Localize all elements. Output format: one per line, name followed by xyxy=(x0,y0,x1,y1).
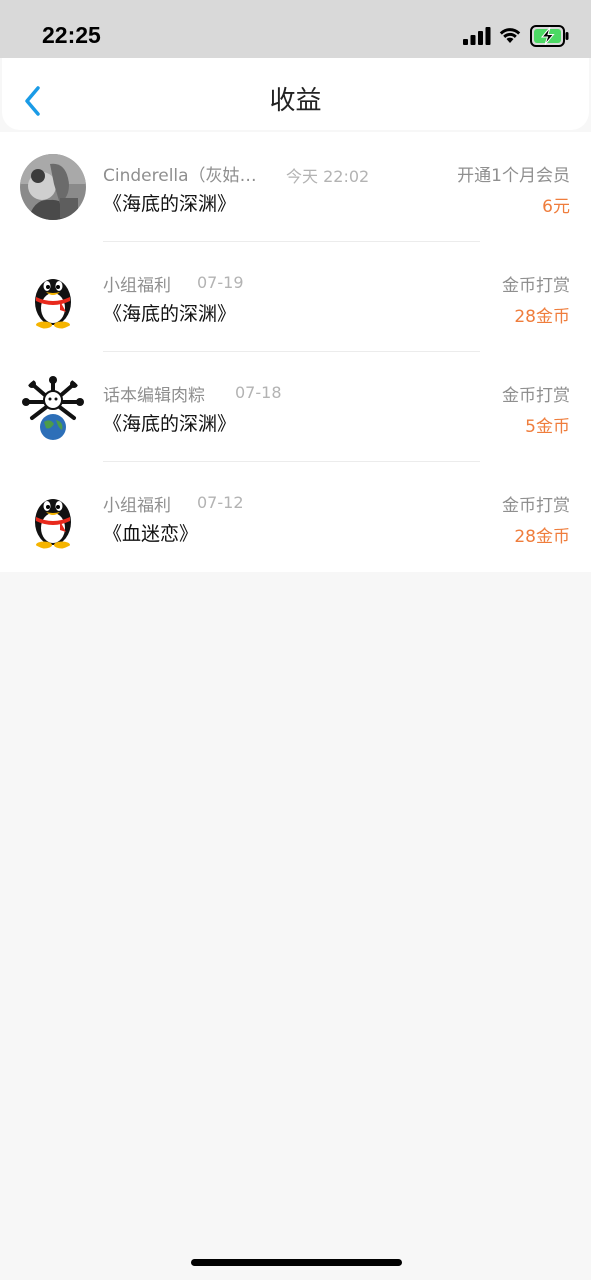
record-time: 07-18 xyxy=(235,383,282,402)
nav-bar: 收益 xyxy=(2,58,589,130)
record-time: 今天 22:02 xyxy=(286,167,370,186)
book-title: 《海底的深渊》 xyxy=(103,413,237,435)
earning-amount: 28金币 xyxy=(514,527,570,547)
earning-type: 金币打赏 xyxy=(502,386,570,406)
book-title: 《海底的深渊》 xyxy=(103,193,237,215)
user-name: 小组福利 xyxy=(103,276,171,296)
earning-type: 金币打赏 xyxy=(502,276,570,296)
earning-type: 金币打赏 xyxy=(502,496,570,516)
list-item[interactable]: Cinderella（灰姑娘） 今天 22:02 《海底的深渊》 开通1个月会员… xyxy=(0,132,591,242)
home-indicator[interactable] xyxy=(191,1259,402,1266)
earning-type: 开通1个月会员 xyxy=(457,166,570,186)
book-title: 《海底的深渊》 xyxy=(103,303,237,325)
list-item[interactable]: 小组福利 07-12 《血迷恋》 金币打赏 28金币 xyxy=(0,462,591,572)
earning-amount: 6元 xyxy=(542,197,570,217)
user-name: Cinderella（灰姑娘） xyxy=(103,166,273,186)
battery-charging-icon xyxy=(530,25,569,47)
record-time: 07-12 xyxy=(197,493,244,512)
book-title: 《血迷恋》 xyxy=(103,523,199,545)
status-bar: 22:25 xyxy=(0,0,591,58)
earning-amount: 5金币 xyxy=(525,417,570,437)
signal-icon xyxy=(463,27,491,45)
penguin-avatar xyxy=(20,484,86,550)
earnings-list: Cinderella（灰姑娘） 今天 22:02 《海底的深渊》 开通1个月会员… xyxy=(0,132,591,572)
list-item[interactable]: 小组福利 07-19 《海底的深渊》 金币打赏 28金币 xyxy=(0,242,591,352)
status-time: 22:25 xyxy=(42,22,101,48)
record-time: 07-19 xyxy=(197,273,244,292)
user-name: 小组福利 xyxy=(103,496,171,516)
earning-amount: 28金币 xyxy=(514,307,570,327)
penguin-avatar xyxy=(20,264,86,330)
cartoon-globe-avatar xyxy=(20,374,86,440)
user-name: 话本编辑肉粽 xyxy=(103,386,205,406)
wifi-icon xyxy=(499,28,521,43)
list-item[interactable]: 话本编辑肉粽 07-18 《海底的深渊》 金币打赏 5金币 xyxy=(0,352,591,462)
page-title: 收益 xyxy=(269,86,322,116)
photo-avatar xyxy=(20,154,86,220)
